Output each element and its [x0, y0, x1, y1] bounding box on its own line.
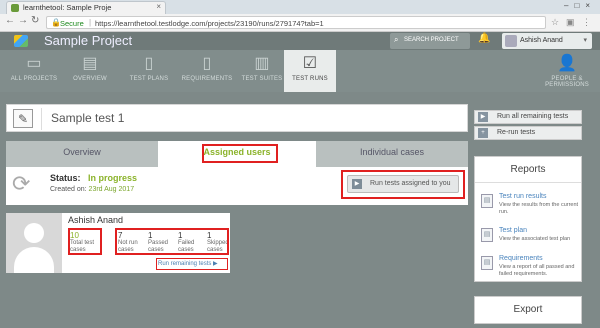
report-icon: ▤	[481, 228, 493, 242]
tab-assigned-users-label[interactable]: Assigned users	[158, 147, 316, 157]
test-runs-icon: ☑	[302, 55, 318, 72]
status-label: Status:	[50, 173, 81, 183]
back-icon[interactable]: ←	[5, 15, 15, 26]
notification-bell-icon[interactable]: 🔔	[478, 33, 490, 44]
play-icon: ▶	[478, 112, 488, 122]
user-menu-button[interactable]: Ashish Anand ▾	[502, 33, 592, 49]
nav-test-plans[interactable]: ▯ TEST PLANS	[122, 50, 176, 92]
search-project-button[interactable]: ⌕ SEARCH PROJECT	[390, 33, 470, 49]
rerun-tests-button[interactable]: + Re-run tests	[474, 126, 582, 140]
highlight-box	[68, 228, 102, 255]
reports-panel: Reports ▤ Test run results View the resu…	[474, 156, 582, 282]
assignee-name: Ashish Anand	[68, 215, 124, 225]
people-icon: 👤	[556, 55, 578, 72]
tab-individual-cases[interactable]: Individual cases	[316, 147, 468, 157]
testlodge-logo-icon	[14, 35, 28, 47]
run-status-box: ⟳ Status: In progress Created on: 23rd A…	[6, 167, 468, 205]
overview-icon: ▤	[82, 55, 98, 72]
nav-test-runs[interactable]: ☑ TEST RUNS	[284, 50, 336, 92]
export-title: Export	[513, 304, 543, 315]
user-name: Ashish Anand	[520, 37, 563, 44]
highlight-box	[156, 258, 228, 270]
report-icon: ▤	[481, 194, 493, 208]
plus-icon: +	[478, 128, 488, 138]
run-title: Sample test 1	[51, 111, 125, 125]
edit-document-icon: ✎	[13, 109, 33, 128]
nav-all-projects[interactable]: ▭ ALL PROJECTS	[6, 50, 62, 92]
chevron-down-icon: ▾	[583, 37, 587, 44]
secure-label: Secure	[60, 18, 84, 28]
window-controls[interactable]: –□×	[564, 1, 596, 10]
refresh-icon: ⟳	[12, 171, 31, 196]
browser-tab[interactable]: learnthetool: Sample Proje ×	[6, 1, 166, 14]
project-name: Sample Project	[44, 33, 133, 48]
nav-test-suites[interactable]: ▥ TEST SUITES	[236, 50, 288, 92]
extension-icon[interactable]: ▣	[566, 17, 575, 28]
suites-icon: ▥	[254, 55, 270, 72]
run-all-remaining-button[interactable]: ▶ Run all remaining tests	[474, 110, 582, 124]
nav-overview[interactable]: ▤ OVERVIEW	[66, 50, 114, 92]
url-input[interactable]: 🔒 Secure | https://learnthetool.testlodg…	[46, 16, 546, 29]
highlight-box	[341, 170, 465, 199]
search-icon: ⌕	[394, 35, 399, 44]
url-text: https://learnthetool.testlodge.com/proje…	[95, 18, 324, 28]
forward-icon[interactable]: →	[18, 15, 28, 26]
highlight-box	[115, 228, 229, 255]
export-panel: Export	[474, 296, 582, 324]
nav-people-permissions[interactable]: 👤 PEOPLE & PERMISSIONS	[538, 50, 596, 92]
menu-icon[interactable]: ⋮	[582, 17, 591, 28]
reports-title: Reports	[475, 157, 581, 183]
nav-requirements[interactable]: ▯ REQUIREMENTS	[178, 50, 236, 92]
assignee-card: Ashish Anand 10 Total test cases 7 Not r…	[6, 213, 230, 273]
bookmark-star-icon[interactable]: ☆	[551, 17, 559, 28]
tab-close-icon[interactable]: ×	[156, 2, 161, 11]
created-on: Created on: 23rd Aug 2017	[50, 186, 135, 193]
document-icon: ▯	[144, 55, 154, 72]
user-avatar-icon	[6, 213, 62, 273]
avatar	[505, 35, 517, 47]
run-tabs: Overview Assigned users Individual cases	[6, 141, 468, 167]
tab-title: learnthetool: Sample Proje	[23, 3, 112, 12]
run-title-card: ✎ Sample test 1	[6, 104, 468, 132]
reload-icon[interactable]: ↻	[31, 15, 39, 26]
tab-favicon-icon	[11, 4, 19, 12]
report-icon: ▤	[481, 256, 493, 270]
tab-overview[interactable]: Overview	[6, 147, 158, 157]
requirements-icon: ▯	[202, 55, 212, 72]
status-value: In progress	[88, 173, 138, 183]
folder-icon: ▭	[26, 55, 42, 72]
